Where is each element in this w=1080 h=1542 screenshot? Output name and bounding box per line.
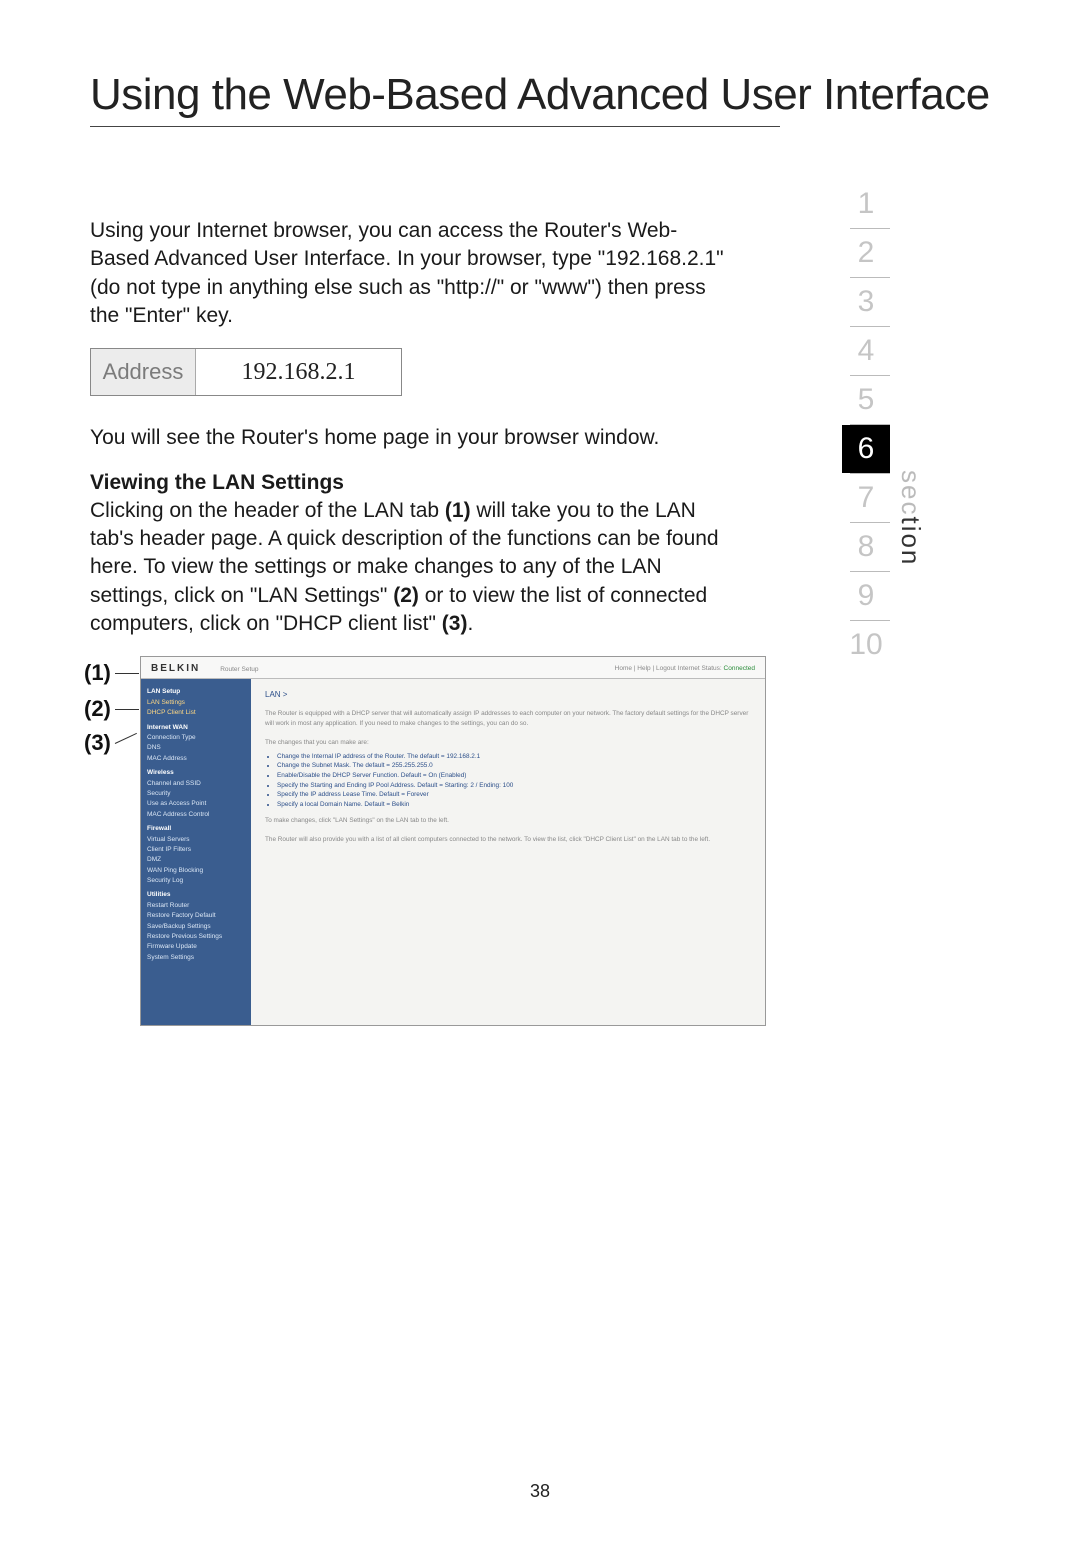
callout-ref-2: (2) (393, 584, 419, 607)
sidebar-restart: Restart Router (147, 901, 245, 911)
section-nav-9: 9 (842, 572, 890, 620)
sidebar-dmz: DMZ (147, 855, 245, 865)
content-p2: The changes that you can make are: (265, 738, 751, 748)
sidebar-system: System Settings (147, 953, 245, 963)
router-subtitle: Router Setup (220, 666, 258, 673)
content-b6: Specify a local Domain Name. Default = B… (277, 800, 751, 810)
lan-text-a: Clicking on the header of the LAN tab (90, 499, 445, 522)
sidebar-seclog: Security Log (147, 876, 245, 886)
sidebar-vservers: Virtual Servers (147, 835, 245, 845)
page-number: 38 (0, 1481, 1080, 1502)
sidebar-backup: Save/Backup Settings (147, 922, 245, 932)
callout-2: (2) (84, 696, 139, 722)
content-b1: Change the Internal IP address of the Ro… (277, 752, 751, 762)
section-nav-10: 10 (842, 621, 890, 669)
content-b4: Specify the Starting and Ending IP Pool … (277, 781, 751, 791)
router-content: LAN > The Router is equipped with a DHCP… (251, 679, 765, 1025)
section-nav-2: 2 (842, 229, 890, 277)
section-nav-7: 7 (842, 474, 890, 522)
section-nav-1: 1 (842, 180, 890, 228)
callout-ref-1: (1) (445, 499, 471, 522)
content-p4: The Router will also provide you with a … (265, 835, 751, 845)
section-nav-6: 6 (842, 425, 890, 473)
router-status-value: Connected (724, 665, 755, 672)
callout-1: (1) (84, 660, 139, 686)
content-heading: LAN > (265, 689, 751, 701)
section-nav-5: 5 (842, 376, 890, 424)
sidebar-lan-settings: LAN Settings (147, 698, 245, 708)
address-label: Address (91, 349, 196, 395)
sidebar-ap: Use as Access Point (147, 799, 245, 809)
sidebar-g-wan: Internet WAN (147, 723, 245, 733)
sidebar-g-firewall: Firewall (147, 824, 245, 834)
router-brand: BELKIN (151, 663, 200, 674)
router-sidebar: LAN Setup LAN Settings DHCP Client List … (141, 679, 251, 1025)
sidebar-security: Security (147, 789, 245, 799)
sidebar-mac-ctrl: MAC Address Control (147, 810, 245, 820)
lan-text-d: . (467, 612, 473, 635)
section-label-dark: tion (896, 516, 926, 566)
title-divider (90, 126, 780, 127)
sidebar-pingblock: WAN Ping Blocking (147, 866, 245, 876)
router-screenshot-figure: (1) (2) (3) BELKIN Router Setup Home | H… (140, 656, 820, 1026)
router-status-bar: Home | Help | Logout Internet Status: Co… (615, 665, 755, 672)
sidebar-restore-default: Restore Factory Default (147, 911, 245, 921)
sidebar-mac: MAC Address (147, 754, 245, 764)
sidebar-g-wireless: Wireless (147, 768, 245, 778)
sidebar-ipfilters: Client IP Filters (147, 845, 245, 855)
sidebar-channel: Channel and SSID (147, 779, 245, 789)
page-title: Using the Web-Based Advanced User Interf… (90, 70, 1020, 120)
content-p1: The Router is equipped with a DHCP serve… (265, 709, 751, 728)
section-label-grey: sec (896, 470, 926, 516)
router-status-prefix: Home | Help | Logout Internet Status: (615, 665, 724, 672)
callout-2-label: (2) (84, 696, 111, 722)
section-nav: 12345678910 (842, 180, 890, 669)
content-b3: Enable/Disable the DHCP Server Function.… (277, 771, 751, 781)
address-value: 192.168.2.1 (196, 349, 401, 395)
sidebar-restore-prev: Restore Previous Settings (147, 932, 245, 942)
callout-ref-3: (3) (442, 612, 468, 635)
router-screenshot: BELKIN Router Setup Home | Help | Logout… (140, 656, 766, 1026)
section-label: section (895, 470, 926, 566)
section-nav-8: 8 (842, 523, 890, 571)
section-nav-3: 3 (842, 278, 890, 326)
intro-paragraph: Using your Internet browser, you can acc… (90, 217, 730, 330)
sidebar-g-util: Utilities (147, 890, 245, 900)
after-address-paragraph: You will see the Router's home page in y… (90, 424, 730, 452)
sidebar-fwupdate: Firmware Update (147, 942, 245, 952)
callout-1-label: (1) (84, 660, 111, 686)
callout-3: (3) (84, 730, 139, 756)
section-nav-4: 4 (842, 327, 890, 375)
sidebar-dns: DNS (147, 743, 245, 753)
lan-paragraph: Clicking on the header of the LAN tab (1… (90, 497, 730, 639)
address-bar: Address 192.168.2.1 (90, 348, 402, 396)
content-b2: Change the Subnet Mask. The default = 25… (277, 761, 751, 771)
content-p3: To make changes, click "LAN Settings" on… (265, 816, 751, 826)
sidebar-dhcp-list: DHCP Client List (147, 708, 245, 718)
sidebar-g-lan: LAN Setup (147, 687, 245, 697)
content-b5: Specify the IP address Lease Time. Defau… (277, 790, 751, 800)
sidebar-conn-type: Connection Type (147, 733, 245, 743)
callout-3-label: (3) (84, 730, 111, 756)
